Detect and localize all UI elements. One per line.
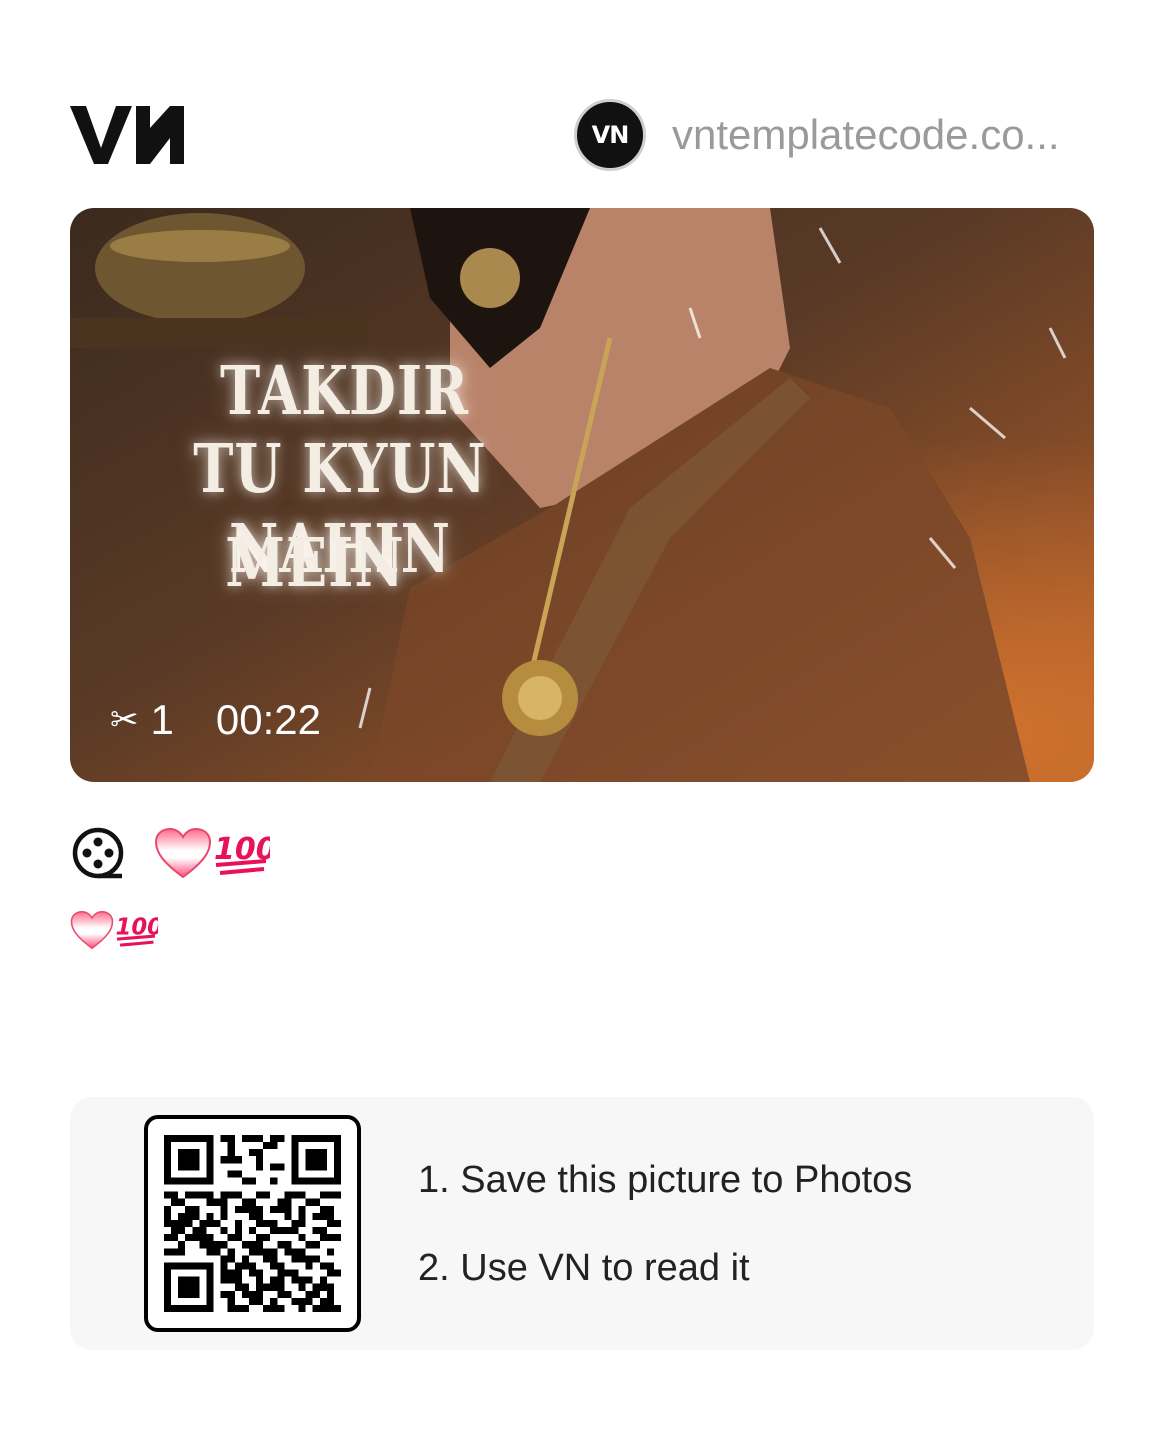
qr-code[interactable]: [144, 1115, 361, 1332]
qr-instructions: 1. Save this picture to Photos 2. Use VN…: [418, 1159, 912, 1335]
title-line-1: TAKDIR: [220, 350, 470, 430]
title-line-3: MEIN: [225, 522, 405, 602]
duration: 00:22: [215, 696, 321, 743]
hundred-points-icon: 100: [214, 832, 270, 875]
heart-icon: [154, 827, 212, 879]
author-name[interactable]: vntemplatecode.co...: [672, 111, 1086, 159]
qr-code-image: [164, 1135, 341, 1312]
clip-meta: ✂ 1 00:22: [110, 696, 321, 744]
description-emojis: 100: [154, 827, 270, 879]
step-save-picture: 1. Save this picture to Photos: [418, 1159, 913, 1201]
film-reel-icon: [72, 827, 124, 879]
description-text: 100: [70, 904, 158, 956]
description-row: 100: [70, 820, 270, 886]
author-avatar[interactable]: VN: [574, 99, 646, 171]
template-thumbnail[interactable]: TAKDIR TU KYUN NAHIN MEIN ✂ 1 00:22: [70, 208, 1094, 782]
heart-icon: [70, 911, 114, 950]
avatar-label: VN: [591, 121, 630, 149]
vn-logo: [70, 106, 184, 164]
header: VN vntemplatecode.co...: [70, 98, 1094, 172]
qr-panel: 1. Save this picture to Photos 2. Use VN…: [70, 1097, 1094, 1350]
author-info[interactable]: VN vntemplatecode.co...: [574, 98, 1086, 172]
scissors-icon: ✂: [110, 701, 139, 739]
hundred-points-icon: 100: [116, 915, 158, 947]
step-use-vn: 2. Use VN to read it: [418, 1247, 750, 1289]
clip-count: 1: [150, 696, 174, 743]
